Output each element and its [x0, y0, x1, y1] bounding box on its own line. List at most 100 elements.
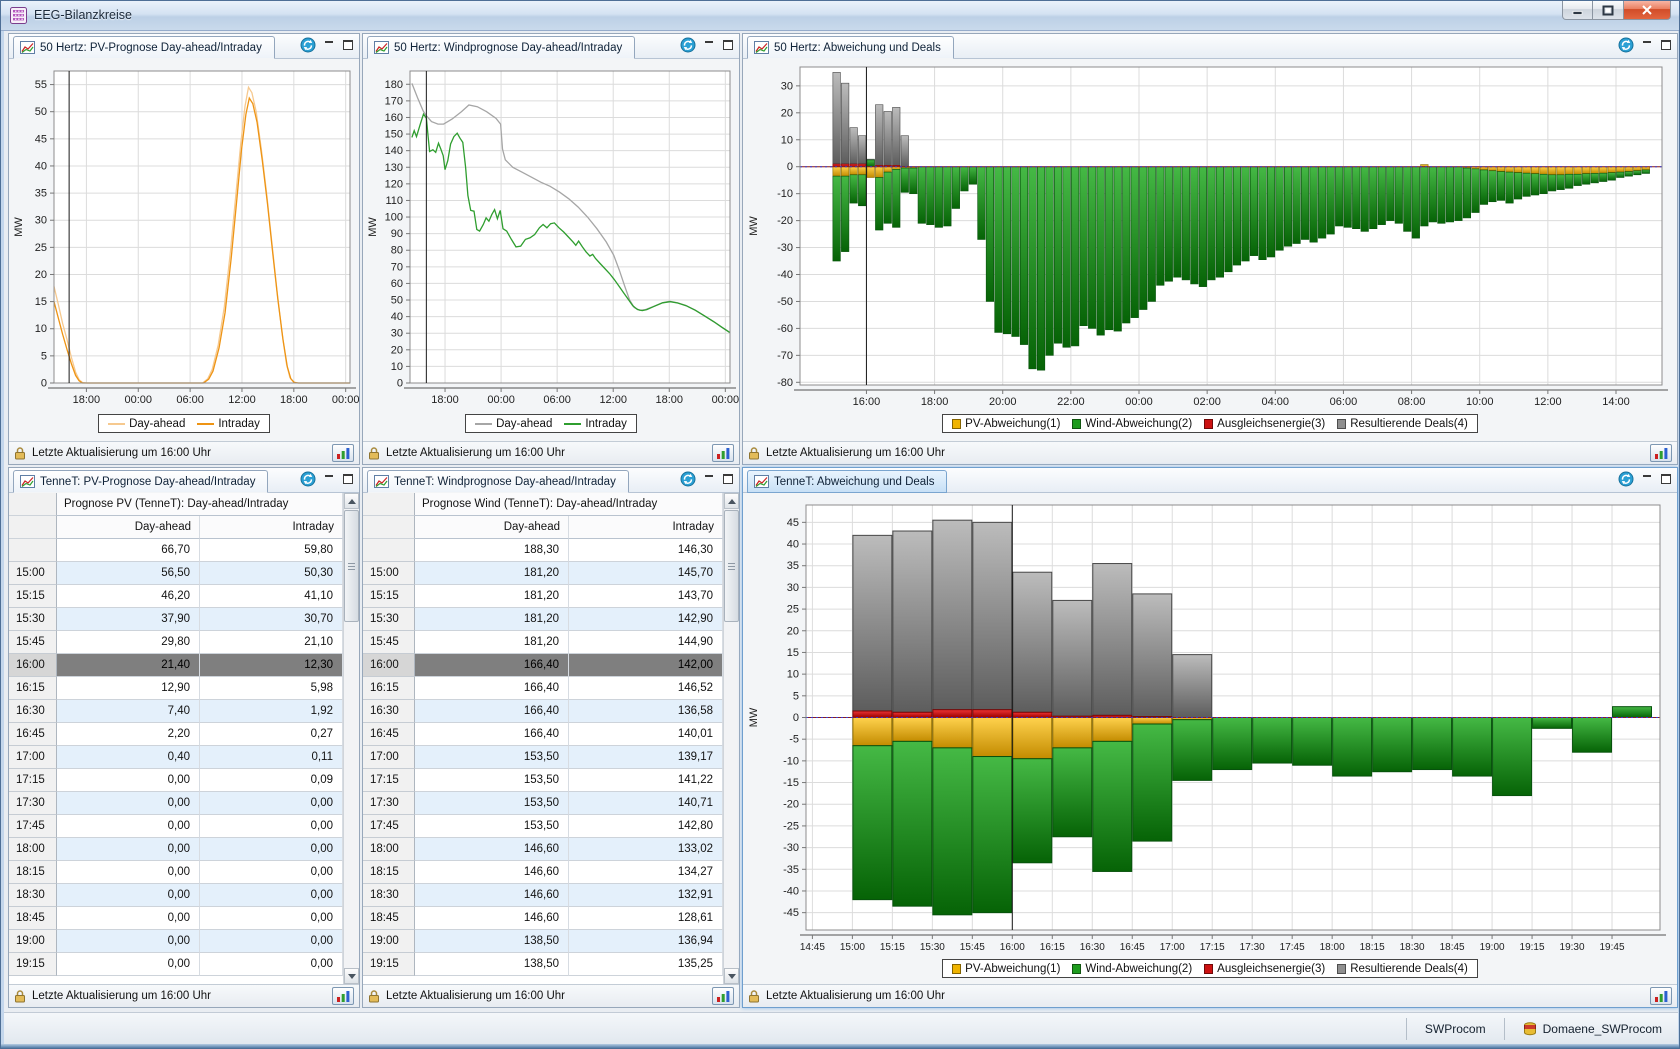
panel-maximize-icon[interactable]: [343, 474, 353, 484]
bar-chart-icon: [716, 447, 731, 460]
tab-50hertz-pv[interactable]: 50 Hertz: PV-Prognose Day-ahead/Intraday: [13, 36, 275, 59]
table-row[interactable]: 19:150,000,00: [9, 953, 343, 976]
window-title: EEG-Bilanzkreise: [34, 8, 132, 22]
table-row[interactable]: 19:00138,50136,94: [363, 930, 723, 953]
panel-maximize-icon[interactable]: [1661, 474, 1671, 484]
table-row[interactable]: 15:45181,20144,90: [363, 631, 723, 654]
chart-button[interactable]: [712, 444, 734, 462]
row-time: [9, 539, 57, 562]
panel-maximize-icon[interactable]: [343, 40, 353, 50]
vertical-scrollbar[interactable]: [343, 493, 359, 984]
table-row[interactable]: 15:15181,20143,70: [363, 585, 723, 608]
panel-minimize-icon[interactable]: [704, 474, 715, 485]
panel-maximize-icon[interactable]: [723, 40, 733, 50]
chart-button[interactable]: [712, 987, 734, 1005]
tab-tennet-wind[interactable]: TenneT: Windprognose Day-ahead/Intraday: [367, 470, 629, 493]
table-row[interactable]: 18:450,000,00: [9, 907, 343, 930]
cell-value: 134,27: [569, 861, 723, 884]
table-row[interactable]: 17:150,000,09: [9, 769, 343, 792]
window-minimize-button[interactable]: [1562, 1, 1593, 20]
panel-maximize-icon[interactable]: [723, 474, 733, 484]
legend-item: Wind-Abweichung(2): [1072, 963, 1192, 975]
panel-minimize-icon[interactable]: [1642, 474, 1653, 485]
table-row[interactable]: 16:452,200,27: [9, 723, 343, 746]
table-row[interactable]: 17:30153,50140,71: [363, 792, 723, 815]
table-row[interactable]: 15:1546,2041,10: [9, 585, 343, 608]
panel-minimize-icon[interactable]: [704, 40, 715, 51]
row-time: 16:00: [363, 654, 415, 677]
table-row[interactable]: 16:15166,40146,52: [363, 677, 723, 700]
chart-button[interactable]: [332, 987, 354, 1005]
refresh-icon[interactable]: [300, 471, 316, 487]
table-row[interactable]: 18:00146,60133,02: [363, 838, 723, 861]
refresh-icon[interactable]: [300, 37, 316, 53]
svg-text:-40: -40: [783, 885, 799, 897]
tab-50hertz-abweichung[interactable]: 50 Hertz: Abweichung und Deals: [747, 36, 954, 59]
chart-button[interactable]: [1650, 444, 1672, 462]
table-row[interactable]: 15:0056,5050,30: [9, 562, 343, 585]
svg-text:15:45: 15:45: [960, 942, 985, 953]
table-row[interactable]: 18:30146,60132,91: [363, 884, 723, 907]
panel-minimize-icon[interactable]: [1642, 40, 1653, 51]
table-row[interactable]: 188,30146,30: [363, 539, 723, 562]
table-row[interactable]: 17:000,400,11: [9, 746, 343, 769]
window-maximize-button[interactable]: [1593, 1, 1624, 20]
scroll-up-arrow[interactable]: [344, 493, 359, 509]
table-row[interactable]: 16:307,401,92: [9, 700, 343, 723]
legend-swatch: [1072, 419, 1081, 429]
panel-minimize-icon[interactable]: [324, 474, 335, 485]
scrollbar-thumb[interactable]: [344, 510, 359, 622]
panel-maximize-icon[interactable]: [1661, 40, 1671, 50]
vertical-scrollbar[interactable]: [723, 493, 739, 984]
cell-value: 0,00: [200, 930, 343, 953]
table-row[interactable]: 18:45146,60128,61: [363, 907, 723, 930]
table-row[interactable]: 15:00181,20145,70: [363, 562, 723, 585]
cell-value: 0,00: [200, 907, 343, 930]
table-row[interactable]: 19:15138,50135,25: [363, 953, 723, 976]
cell-value: 140,01: [569, 723, 723, 746]
refresh-icon[interactable]: [1618, 37, 1634, 53]
table-row[interactable]: 17:300,000,00: [9, 792, 343, 815]
column-header: Day-ahead: [57, 516, 200, 539]
table-row[interactable]: 18:300,000,00: [9, 884, 343, 907]
window-close-button[interactable]: [1624, 1, 1671, 20]
scroll-down-arrow[interactable]: [724, 968, 739, 984]
table-row[interactable]: 17:00153,50139,17: [363, 746, 723, 769]
table-row[interactable]: 17:45153,50142,80: [363, 815, 723, 838]
table-row[interactable]: 18:15146,60134,27: [363, 861, 723, 884]
table-row[interactable]: 66,7059,80: [9, 539, 343, 562]
cell-value: 166,40: [415, 700, 569, 723]
chart-button[interactable]: [332, 444, 354, 462]
table-row[interactable]: 15:3037,9030,70: [9, 608, 343, 631]
refresh-icon[interactable]: [680, 471, 696, 487]
refresh-icon[interactable]: [1618, 471, 1634, 487]
legend-item: Day-ahead: [475, 418, 552, 430]
table-row[interactable]: 18:150,000,00: [9, 861, 343, 884]
panel-minimize-icon[interactable]: [324, 40, 335, 51]
table-row[interactable]: 16:45166,40140,01: [363, 723, 723, 746]
table-row[interactable]: 19:000,000,00: [9, 930, 343, 953]
svg-text:18:00: 18:00: [73, 394, 101, 406]
svg-text:00:00: 00:00: [487, 394, 515, 406]
table-row[interactable]: 16:00166,40142,00: [363, 654, 723, 677]
table-row[interactable]: 18:000,000,00: [9, 838, 343, 861]
table-row[interactable]: 15:4529,8021,10: [9, 631, 343, 654]
tab-tennet-pv[interactable]: TenneT: PV-Prognose Day-ahead/Intraday: [13, 470, 268, 493]
tab-tennet-abweichung[interactable]: TenneT: Abweichung und Deals: [747, 470, 947, 493]
column-header: Intraday: [569, 516, 723, 539]
workspace: 50 Hertz: PV-Prognose Day-ahead/Intraday…: [4, 31, 1678, 1012]
table-row[interactable]: 16:30166,40136,58: [363, 700, 723, 723]
window-titlebar[interactable]: EEG-Bilanzkreise: [1, 1, 1679, 31]
tab-50hertz-wind[interactable]: 50 Hertz: Windprognose Day-ahead/Intrada…: [367, 36, 635, 59]
table-row[interactable]: 15:30181,20142,90: [363, 608, 723, 631]
table-row[interactable]: 16:1512,905,98: [9, 677, 343, 700]
panel-tab-strip: 50 Hertz: PV-Prognose Day-ahead/Intraday: [9, 34, 359, 59]
scrollbar-thumb[interactable]: [724, 510, 739, 622]
refresh-icon[interactable]: [680, 37, 696, 53]
table-row[interactable]: 17:15153,50141,22: [363, 769, 723, 792]
scroll-up-arrow[interactable]: [724, 493, 739, 509]
chart-button[interactable]: [1650, 987, 1672, 1005]
scroll-down-arrow[interactable]: [344, 968, 359, 984]
table-row[interactable]: 17:450,000,00: [9, 815, 343, 838]
table-row[interactable]: 16:0021,4012,30: [9, 654, 343, 677]
